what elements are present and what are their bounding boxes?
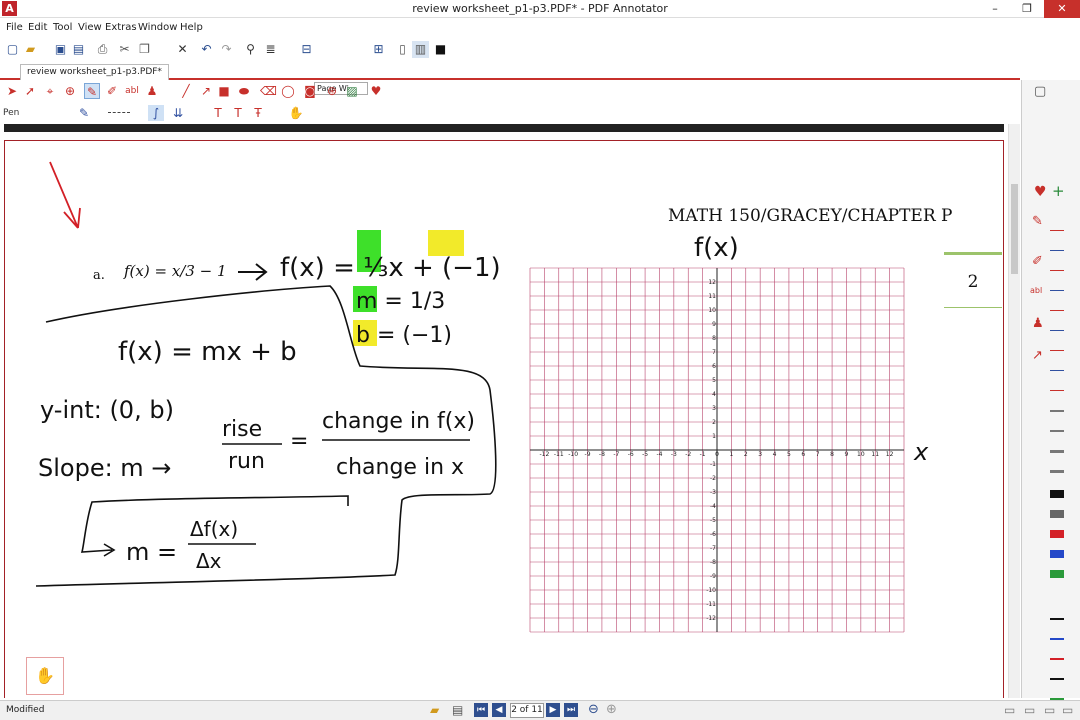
fav-pen-icon[interactable]: ✎: [1032, 214, 1043, 229]
y-tick-label: 8: [712, 335, 716, 342]
rise-text: rise: [222, 417, 262, 442]
layout-continuous-icon[interactable]: ▭: [1044, 703, 1055, 717]
y-tick-label: -5: [710, 517, 716, 524]
y-tick-label: -3: [710, 489, 716, 496]
y-tick-label: -8: [710, 559, 716, 566]
layout-single-icon[interactable]: ▭: [1004, 703, 1015, 717]
next-page-button[interactable]: ▶: [546, 703, 560, 717]
rewritten-equation: f(x) = ⅓x + (−1): [280, 253, 501, 283]
y-tick-label: -6: [710, 531, 716, 538]
vertical-scrollbar[interactable]: [1008, 124, 1020, 698]
change-x-text: change in x: [336, 455, 464, 480]
intercept-value: b = (−1): [356, 323, 452, 348]
x-tick-label: -8: [599, 451, 605, 458]
x-tick-label: 8: [830, 451, 834, 458]
layout-double-icon[interactable]: ▭: [1024, 703, 1035, 717]
x-tick-label: 6: [801, 451, 805, 458]
x-tick-label: 10: [857, 451, 865, 458]
y-tick-label: 6: [712, 363, 716, 370]
page-indicator[interactable]: 2 of 11: [510, 703, 544, 718]
x-tick-label: 9: [845, 451, 849, 458]
fav-arrow-icon[interactable]: ↗: [1032, 348, 1043, 363]
x-tick-label: -9: [585, 451, 591, 458]
y-tick-label: -11: [706, 601, 716, 608]
implies-arrow: [238, 263, 268, 281]
y-tick-label: -7: [710, 545, 716, 552]
x-tick-label: 1: [729, 451, 733, 458]
y-tick-label: 2: [712, 419, 716, 426]
slope-value: m = 1/3: [356, 289, 445, 314]
x-tick-label: -11: [554, 451, 564, 458]
x-tick-label: -1: [700, 451, 706, 458]
x-tick-label: 5: [787, 451, 791, 458]
x-tick-label: -7: [613, 451, 619, 458]
y-tick-label: 10: [708, 307, 716, 314]
graph-y-label: f(x): [694, 233, 739, 263]
run-text: run: [228, 449, 265, 474]
heart-icon[interactable]: ♥: [1034, 184, 1047, 200]
y-tick-label: 4: [712, 391, 716, 398]
y-tick-label: 3: [712, 405, 716, 412]
hand-tool-icon[interactable]: ✋: [26, 657, 64, 695]
red-arrow-annotation: [49, 161, 81, 229]
annotation-layer: -12 -11 -10 -9 -8 -7 -6 -5 -4 -3 -2 -1 0 1 2 3 4 5 6 7 8 9 10 1…: [35, 161, 929, 633]
prev-page-button[interactable]: ◀: [492, 703, 506, 717]
x-tick-label: 4: [773, 451, 777, 458]
y-tick-label: 12: [708, 279, 716, 286]
x-tick-label: 7: [816, 451, 820, 458]
y-tick-label: -10: [706, 587, 716, 594]
y-tick-label: 11: [708, 293, 716, 300]
slope-note: Slope: m →: [38, 454, 171, 482]
x-tick-label: -10: [568, 451, 578, 458]
scrollbar-thumb[interactable]: [1011, 184, 1018, 274]
delta-fx-text: Δf(x): [190, 517, 238, 541]
x-tick-label: 0: [715, 451, 719, 458]
x-tick-label: 12: [886, 451, 894, 458]
x-tick-label: 11: [871, 451, 879, 458]
thumbnail-icon[interactable]: ▤: [452, 703, 463, 717]
y-tick-label: -12: [706, 615, 716, 622]
pen-swatches[interactable]: [1050, 210, 1070, 710]
folder-icon[interactable]: ▰: [430, 703, 439, 717]
favorites-panel: ▢ ♥ + ✎ ✐ abl ♟ ↗: [1021, 80, 1080, 700]
coordinate-grid: -12 -11 -10 -9 -8 -7 -6 -5 -4 -3 -2 -1 0 1 2 3 4 5 6 7 8 9 10 1…: [529, 267, 905, 633]
x-tick-label: -3: [671, 451, 677, 458]
fav-text-icon[interactable]: abl: [1030, 286, 1042, 295]
fav-marker-icon[interactable]: ✐: [1032, 254, 1043, 269]
y-tick-label: -1: [710, 461, 716, 468]
x-tick-label: -6: [628, 451, 634, 458]
y-tick-label: 1: [712, 433, 716, 440]
forward-icon[interactable]: ⊕: [606, 702, 617, 717]
y-tick-label: -9: [710, 573, 716, 580]
first-page-button[interactable]: ⏮: [474, 703, 488, 717]
y-intercept-note: y-int: (0, b): [40, 396, 174, 424]
status-text: Modified: [6, 705, 45, 715]
y-tick-label: -4: [710, 503, 716, 510]
y-tick-label: 9: [712, 321, 716, 328]
status-bar: Modified ▰ ▤ ⏮ ◀ 2 of 11 ▶ ⏭ ⊖ ⊕ ▭ ▭ ▭ ▭: [0, 700, 1080, 720]
x-tick-label: 2: [744, 451, 748, 458]
slope-intercept-form: f(x) = mx + b: [118, 337, 297, 367]
delta-x-text: Δx: [196, 549, 222, 573]
x-tick-label: -2: [685, 451, 691, 458]
x-tick-label: -4: [656, 451, 662, 458]
delta-formula: m =: [126, 538, 177, 566]
x-tick-label: -12: [539, 451, 549, 458]
equals-sign: =: [290, 429, 308, 454]
graph-x-label: x: [913, 438, 929, 466]
back-icon[interactable]: ⊖: [588, 702, 599, 717]
change-fx-text: change in f(x): [322, 409, 475, 434]
y-tick-label: -2: [710, 475, 716, 482]
add-favorite-icon[interactable]: +: [1052, 182, 1065, 200]
y-tick-label: 5: [712, 377, 716, 384]
y-tick-label: 7: [712, 349, 716, 356]
x-tick-label: 3: [758, 451, 762, 458]
fav-stamp-icon[interactable]: ♟: [1032, 316, 1044, 331]
x-tick-label: -5: [642, 451, 648, 458]
last-page-button[interactable]: ⏭: [564, 703, 578, 717]
layout-fit-icon[interactable]: ▭: [1062, 703, 1073, 717]
page-icon[interactable]: ▢: [1034, 84, 1046, 99]
